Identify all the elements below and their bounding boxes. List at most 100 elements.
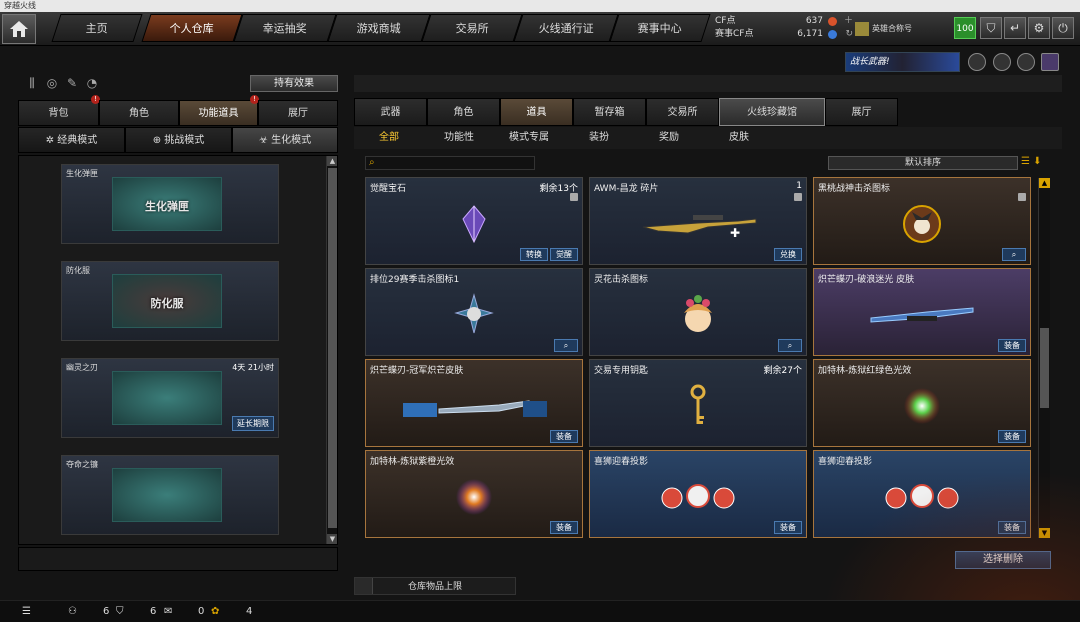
- filter-mode[interactable]: 模式专属: [494, 127, 564, 149]
- tab-characters[interactable]: 角色: [427, 98, 500, 126]
- subtab-items[interactable]: 功能道具!: [179, 95, 259, 126]
- tab-storage[interactable]: 暂存箱: [573, 98, 646, 126]
- capacity-button[interactable]: 仓库物品上限: [354, 577, 516, 595]
- filter-functional[interactable]: 功能性: [424, 127, 494, 149]
- bag-icon[interactable]: ◔: [82, 76, 102, 90]
- select-delete-button[interactable]: 选择删除: [955, 551, 1051, 569]
- exit-room-icon[interactable]: ↵: [1004, 17, 1026, 39]
- home-button[interactable]: [2, 14, 36, 44]
- item-card[interactable]: 排位29赛季击杀图标1 ⌕: [365, 268, 583, 356]
- tab-gallery[interactable]: 展厅: [825, 98, 898, 126]
- event-icon-2[interactable]: [993, 53, 1011, 71]
- equip-button[interactable]: 装备: [550, 430, 578, 443]
- extend-button[interactable]: 延长期限: [232, 416, 274, 431]
- magnify-icon[interactable]: ⌕: [778, 339, 802, 352]
- item-card[interactable]: 炽芒蝶刃-破浪迷光 皮肤 装备: [813, 268, 1031, 356]
- subtab-gallery[interactable]: 展厅: [258, 100, 338, 126]
- clan-shield-icon[interactable]: ⛉: [116, 606, 124, 617]
- scroll-up-icon[interactable]: ▲: [327, 156, 337, 166]
- item-card[interactable]: 炽芒蝶刃-冠军炽芒皮肤 装备: [365, 359, 583, 447]
- item-card[interactable]: 加特林-炼狱紫橙光效 装备: [365, 450, 583, 538]
- equip-button[interactable]: 装备: [998, 430, 1026, 443]
- equip-button[interactable]: 装备: [550, 521, 578, 534]
- kill-emblem-icon: [903, 205, 941, 243]
- list-view-icon[interactable]: ☰: [1021, 156, 1030, 167]
- magnify-icon[interactable]: ⌕: [1002, 248, 1026, 261]
- chat-icon[interactable]: ✉: [164, 606, 172, 617]
- user-info[interactable]: 英雄合称号: [855, 18, 945, 40]
- sort-down-icon[interactable]: ⬇: [1033, 156, 1041, 167]
- spray-icon[interactable]: ✎: [62, 76, 82, 90]
- filter-all[interactable]: 全部: [354, 127, 424, 149]
- effects-button[interactable]: 持有效果: [250, 75, 338, 92]
- nav-tab-home[interactable]: 主页: [51, 14, 143, 42]
- gift-icon[interactable]: ✿: [211, 606, 219, 617]
- filter-skins[interactable]: 皮肤: [704, 127, 774, 149]
- mode-zombie[interactable]: ☣ 生化模式: [232, 127, 338, 153]
- nav-tab-pass[interactable]: 火线通行证: [513, 14, 619, 42]
- promo-banner[interactable]: 战长武器!: [845, 52, 960, 72]
- lion-dance-icon: [885, 484, 959, 509]
- event-icon-1[interactable]: [968, 53, 986, 71]
- equip-button[interactable]: 装备: [998, 521, 1026, 534]
- equip-button[interactable]: 装备: [998, 339, 1026, 352]
- filter-rewards[interactable]: 奖励: [634, 127, 704, 149]
- equip-button[interactable]: 装备: [774, 521, 802, 534]
- plus-icon[interactable]: ＋: [844, 15, 853, 28]
- menu-icon[interactable]: ☰: [22, 606, 31, 617]
- list-item[interactable]: 生化弹匣 生化弹匣: [61, 164, 279, 244]
- nav-tab-mall[interactable]: 游戏商城: [327, 14, 431, 42]
- gear-icon[interactable]: ⚙: [1028, 17, 1050, 39]
- match-cf-value: 6,171: [797, 29, 823, 39]
- magnify-icon[interactable]: ⌕: [554, 339, 578, 352]
- scroll-thumb[interactable]: [1040, 328, 1049, 408]
- scroll-down-icon[interactable]: ▼: [1039, 528, 1050, 538]
- event-icon-3[interactable]: [1017, 53, 1035, 71]
- glow-effect-icon: [456, 479, 492, 515]
- tab-weapons[interactable]: 武器: [354, 98, 427, 126]
- tab-items[interactable]: 道具: [500, 98, 573, 126]
- biohazard-icon: ☣: [258, 135, 272, 146]
- tab-collection[interactable]: 火线珍藏馆: [719, 98, 825, 126]
- item-card[interactable]: 交易专用钥匙 剩余27个: [589, 359, 807, 447]
- item-card[interactable]: 加特林-炼狱红绿色光效 装备: [813, 359, 1031, 447]
- item-card[interactable]: 喜狮迎春投影 装备: [589, 450, 807, 538]
- item-card[interactable]: 觉醒宝石 剩余13个 转换 觉醒: [365, 177, 583, 265]
- scroll-up-icon[interactable]: ▲: [1039, 178, 1050, 188]
- nav-tab-inventory[interactable]: 个人仓库: [141, 14, 243, 42]
- mode-classic[interactable]: ✲ 经典模式: [18, 127, 125, 153]
- filter-decor[interactable]: 装扮: [564, 127, 634, 149]
- convert-button[interactable]: 转换: [520, 248, 548, 261]
- subtab-backpack[interactable]: 背包!: [18, 95, 100, 126]
- list-item[interactable]: 幽灵之刃 4天 21小时 延长期限: [61, 358, 279, 438]
- mode-challenge[interactable]: ⊕ 挑战模式: [125, 127, 232, 153]
- tab-exchange[interactable]: 交易所: [646, 98, 719, 126]
- awaken-button[interactable]: 觉醒: [550, 248, 578, 261]
- scroll-down-icon[interactable]: ▼: [327, 534, 337, 544]
- window-title: 穿越火线: [0, 0, 1080, 12]
- nav-tab-exchange[interactable]: 交易所: [421, 14, 523, 42]
- redeem-button[interactable]: 兑换: [774, 248, 802, 261]
- subtab-character[interactable]: 角色: [99, 100, 179, 126]
- sort-dropdown[interactable]: 默认排序: [828, 156, 1018, 170]
- refresh-icon[interactable]: ↻: [845, 28, 853, 41]
- list-item[interactable]: 防化服 防化服: [61, 261, 279, 341]
- stats-icon[interactable]: ⫼: [22, 76, 42, 91]
- power-icon[interactable]: ⏻: [1052, 17, 1074, 39]
- nav-tab-lottery[interactable]: 幸运抽奖: [233, 14, 337, 42]
- item-card[interactable]: 灵花击杀图标 ⌕: [589, 268, 807, 356]
- nav-tab-events[interactable]: 赛事中心: [609, 14, 711, 42]
- scroll-thumb[interactable]: [328, 168, 337, 528]
- item-card[interactable]: AWM-昌龙 碎片 1 ✚ 兑换: [589, 177, 807, 265]
- item-card[interactable]: 黑桃战神击杀图标 ⌕: [813, 177, 1031, 265]
- grid-scrollbar[interactable]: ▲ ▼: [1038, 178, 1050, 538]
- left-scrollbar[interactable]: ▲ ▼: [326, 156, 337, 544]
- item-card[interactable]: 喜狮迎春投影 装备: [813, 450, 1031, 538]
- event-icon-4[interactable]: [1041, 53, 1059, 71]
- home-icon: [10, 21, 28, 37]
- refresh-view-icon[interactable]: ◎: [42, 76, 62, 90]
- list-item[interactable]: 夺命之镰: [61, 455, 279, 535]
- shield-icon[interactable]: ⛉: [980, 17, 1002, 39]
- search-input[interactable]: ⌕: [365, 156, 535, 170]
- friends-icon[interactable]: ⚇: [68, 606, 77, 617]
